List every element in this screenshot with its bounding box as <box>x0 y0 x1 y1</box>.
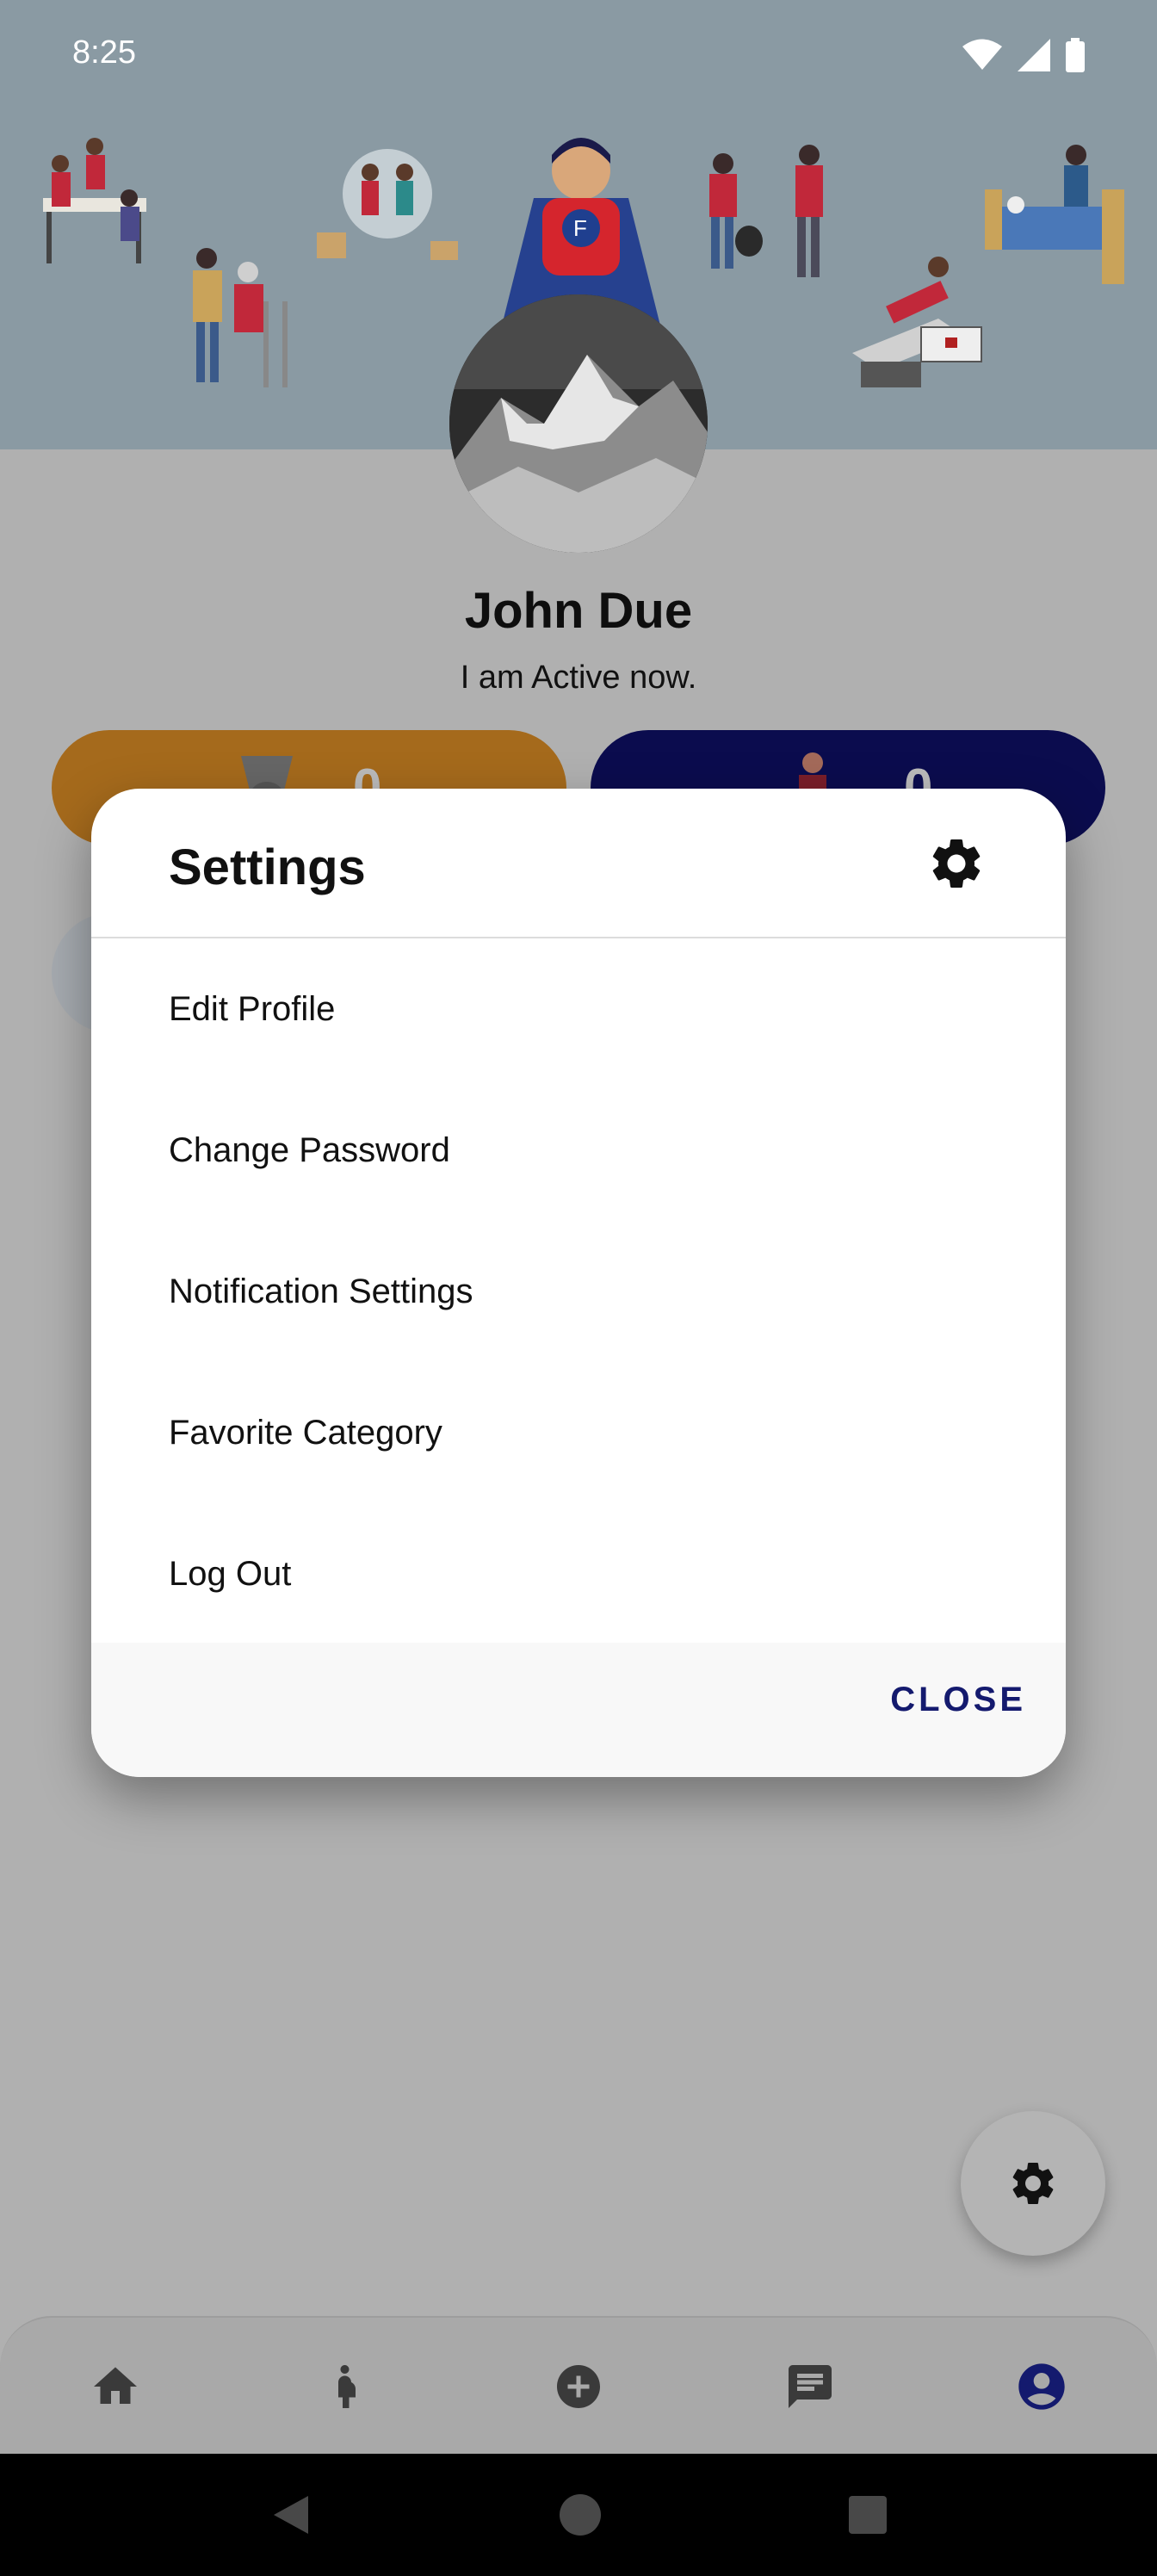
system-navigation-bar <box>0 2454 1157 2576</box>
menu-item-favorite-category[interactable]: Favorite Category <box>91 1362 1066 1503</box>
profile-avatar[interactable] <box>449 294 708 553</box>
settings-dialog: Settings Edit Profile Change Password No… <box>91 789 1066 1777</box>
gear-icon <box>932 839 981 888</box>
status-bar: 8:25 <box>0 0 1157 112</box>
status-time: 8:25 <box>72 34 136 71</box>
caregiver-illustration <box>193 248 288 387</box>
settings-menu-list: Edit Profile Change Password Notificatio… <box>91 938 1066 1644</box>
home-icon <box>94 2367 138 2404</box>
chat-icon <box>788 2365 832 2408</box>
add-circle-icon <box>556 2365 600 2408</box>
bottom-navigation <box>0 2316 1157 2455</box>
account-icon <box>1018 2363 1065 2410</box>
settings-fab[interactable] <box>961 2111 1105 2256</box>
svg-text:F: F <box>573 215 587 241</box>
mountain-image <box>449 294 708 553</box>
hospital-bed-illustration <box>985 145 1124 284</box>
menu-item-edit-profile[interactable]: Edit Profile <box>91 938 1066 1080</box>
profile-status: I am Active now. <box>460 659 697 696</box>
nav-chat[interactable] <box>758 2335 862 2438</box>
gear-icon <box>1012 2163 1054 2204</box>
menu-item-log-out[interactable]: Log Out <box>91 1503 1066 1644</box>
menu-item-notification-settings[interactable]: Notification Settings <box>91 1221 1066 1362</box>
dialog-title: Settings <box>169 839 366 895</box>
recents-icon[interactable] <box>847 2494 888 2536</box>
battery-icon <box>1066 38 1085 72</box>
home-button-icon[interactable] <box>558 2492 603 2537</box>
nav-account[interactable] <box>990 2335 1093 2438</box>
nav-home[interactable] <box>64 2335 167 2438</box>
wifi-icon <box>962 39 1002 70</box>
status-icons <box>962 38 1085 72</box>
profile-name: John Due <box>464 583 693 639</box>
pregnant-person-icon <box>338 2365 356 2408</box>
volunteers-illustration <box>43 138 146 263</box>
menu-item-change-password[interactable]: Change Password <box>91 1080 1066 1221</box>
close-button[interactable]: CLOSE <box>890 1681 1026 1719</box>
cellular-signal-icon <box>1018 39 1050 71</box>
nav-pregnancy[interactable] <box>295 2335 399 2438</box>
dialog-footer: CLOSE <box>91 1643 1066 1777</box>
aid-illustration <box>317 149 458 260</box>
nav-add[interactable] <box>527 2335 630 2438</box>
dialog-header: Settings <box>91 789 1066 938</box>
back-icon[interactable] <box>269 2492 313 2537</box>
